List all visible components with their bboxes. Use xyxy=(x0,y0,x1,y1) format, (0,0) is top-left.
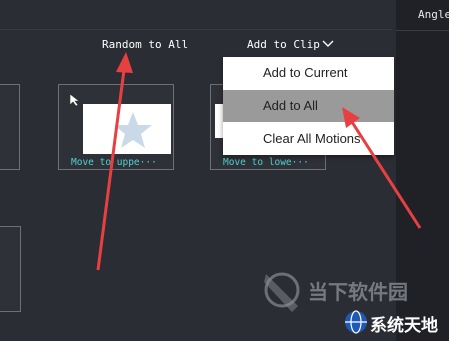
globe-icon xyxy=(345,310,367,334)
watermark-logo-icon xyxy=(264,272,300,312)
annotation-arrow-add-to-all xyxy=(342,107,422,229)
annotation-arrow-random xyxy=(96,52,133,271)
watermark-site: 系统天地 xyxy=(370,316,438,336)
watermark: 当下软件园 系统天地 xyxy=(262,268,447,336)
watermark-brand: 当下软件园 xyxy=(308,280,408,304)
